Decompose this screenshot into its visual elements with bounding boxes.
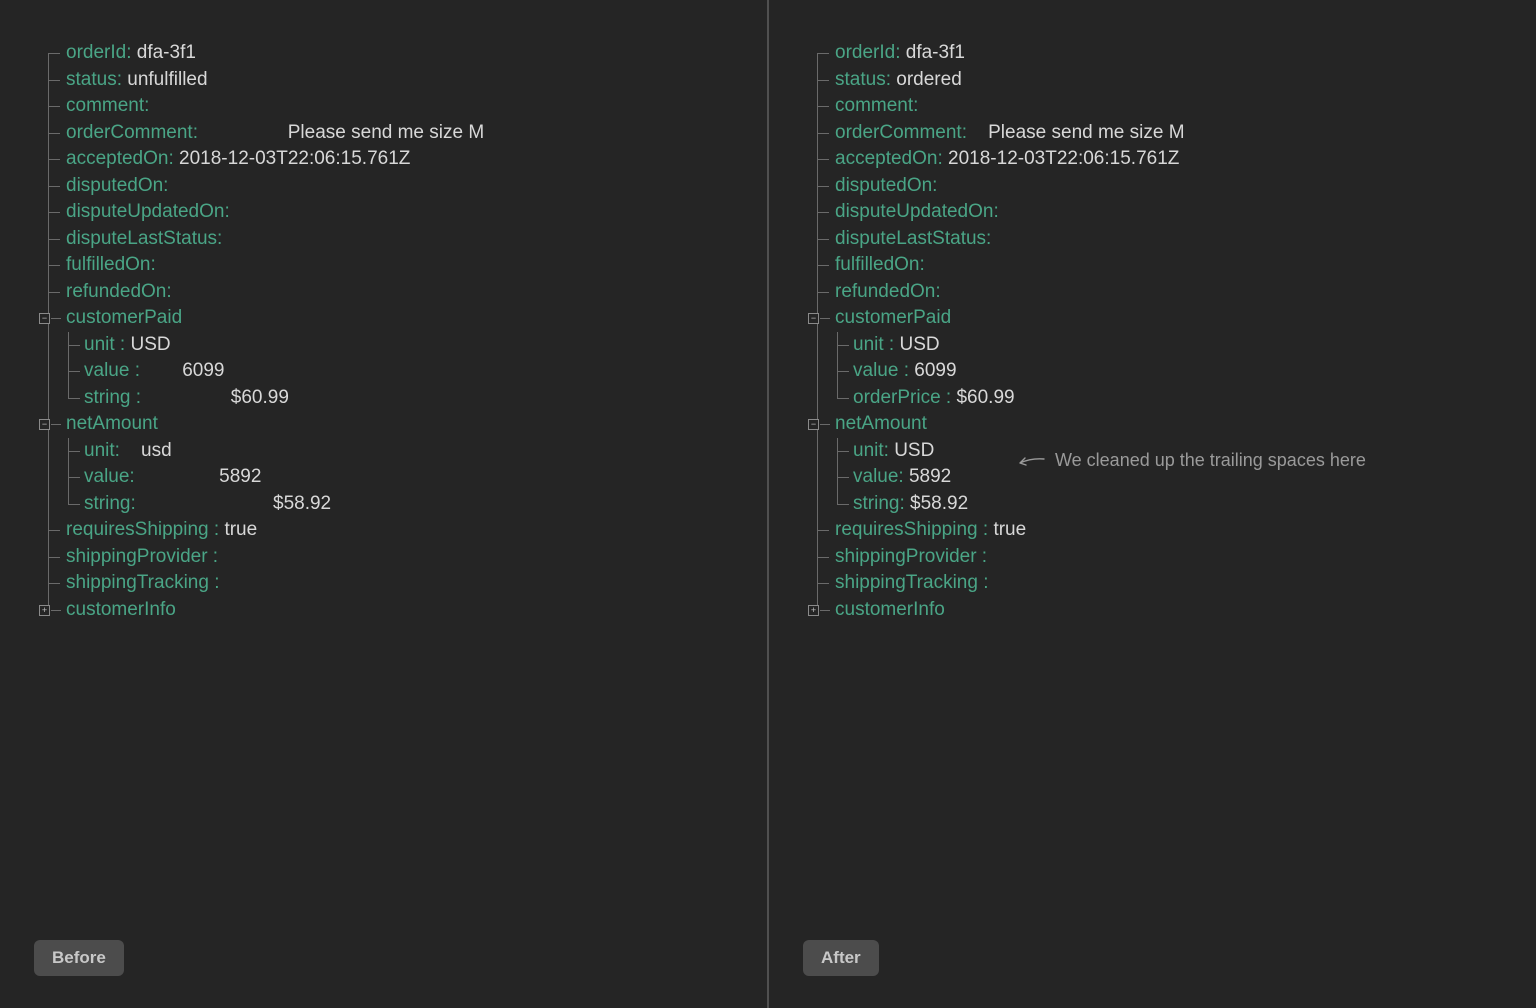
tree-row[interactable]: refundedOn: xyxy=(799,279,1536,306)
tree-row[interactable]: orderPrice : $60.99 xyxy=(799,385,1536,412)
expand-icon[interactable]: + xyxy=(808,605,819,616)
collapse-icon[interactable]: − xyxy=(39,313,50,324)
tree-row-expandable[interactable]: −netAmount xyxy=(799,411,1536,438)
tree-row[interactable]: value : 6099 xyxy=(30,358,767,385)
tree-row[interactable]: value: 5892 xyxy=(30,464,767,491)
tree-row[interactable]: disputedOn: xyxy=(799,173,1536,200)
tree-row[interactable]: requiresShipping : true xyxy=(30,517,767,544)
tree-row[interactable]: disputeLastStatus: xyxy=(30,226,767,253)
tree-row[interactable]: unit: usd xyxy=(30,438,767,465)
arrow-left-icon xyxy=(1017,454,1045,468)
tree-row[interactable]: fulfilledOn: xyxy=(799,252,1536,279)
tree-row[interactable]: shippingTracking : xyxy=(799,570,1536,597)
tree-row[interactable]: orderComment: Please send me size M xyxy=(30,120,767,147)
tree-row[interactable]: string : $60.99 xyxy=(30,385,767,412)
tree-row[interactable]: orderId: dfa-3f1 xyxy=(799,40,1536,67)
annotation-text: We cleaned up the trailing spaces here xyxy=(1055,450,1366,471)
tree-row[interactable]: fulfilledOn: xyxy=(30,252,767,279)
tree-row[interactable]: status: unfulfilled xyxy=(30,67,767,94)
before-panel: orderId: dfa-3f1 status: unfulfilled com… xyxy=(0,0,769,1008)
tree-row-expandable[interactable]: −customerPaid xyxy=(30,305,767,332)
tree-row[interactable]: requiresShipping : true xyxy=(799,517,1536,544)
after-tree: orderId: dfa-3f1 status: ordered comment… xyxy=(799,40,1536,623)
tree-row-expandable[interactable]: +customerInfo xyxy=(799,597,1536,624)
tree-row[interactable]: disputeUpdatedOn: xyxy=(799,199,1536,226)
tree-row-expandable[interactable]: +customerInfo xyxy=(30,597,767,624)
after-badge: After xyxy=(803,940,879,976)
tree-row[interactable]: disputeLastStatus: xyxy=(799,226,1536,253)
tree-row[interactable]: unit : USD xyxy=(30,332,767,359)
collapse-icon[interactable]: − xyxy=(808,419,819,430)
tree-row-expandable[interactable]: −customerPaid xyxy=(799,305,1536,332)
after-panel: orderId: dfa-3f1 status: ordered comment… xyxy=(769,0,1536,1008)
tree-row[interactable]: orderId: dfa-3f1 xyxy=(30,40,767,67)
tree-row[interactable]: string: $58.92 xyxy=(30,491,767,518)
annotation: We cleaned up the trailing spaces here xyxy=(1017,450,1366,471)
tree-row[interactable]: unit : USD xyxy=(799,332,1536,359)
tree-row[interactable]: comment: xyxy=(799,93,1536,120)
before-tree: orderId: dfa-3f1 status: unfulfilled com… xyxy=(30,40,767,623)
tree-row[interactable]: disputeUpdatedOn: xyxy=(30,199,767,226)
tree-row[interactable]: acceptedOn: 2018-12-03T22:06:15.761Z xyxy=(799,146,1536,173)
tree-row[interactable]: shippingProvider : xyxy=(799,544,1536,571)
tree-row[interactable]: value : 6099 xyxy=(799,358,1536,385)
tree-row[interactable]: disputedOn: xyxy=(30,173,767,200)
tree-row[interactable]: string: $58.92 xyxy=(799,491,1536,518)
tree-row-expandable[interactable]: −netAmount xyxy=(30,411,767,438)
collapse-icon[interactable]: − xyxy=(808,313,819,324)
tree-row[interactable]: comment: xyxy=(30,93,767,120)
collapse-icon[interactable]: − xyxy=(39,419,50,430)
tree-row[interactable]: shippingTracking : xyxy=(30,570,767,597)
expand-icon[interactable]: + xyxy=(39,605,50,616)
tree-row[interactable]: orderComment: Please send me size M xyxy=(799,120,1536,147)
tree-row[interactable]: acceptedOn: 2018-12-03T22:06:15.761Z xyxy=(30,146,767,173)
tree-row[interactable]: status: ordered xyxy=(799,67,1536,94)
before-badge: Before xyxy=(34,940,124,976)
tree-row[interactable]: refundedOn: xyxy=(30,279,767,306)
tree-row[interactable]: shippingProvider : xyxy=(30,544,767,571)
